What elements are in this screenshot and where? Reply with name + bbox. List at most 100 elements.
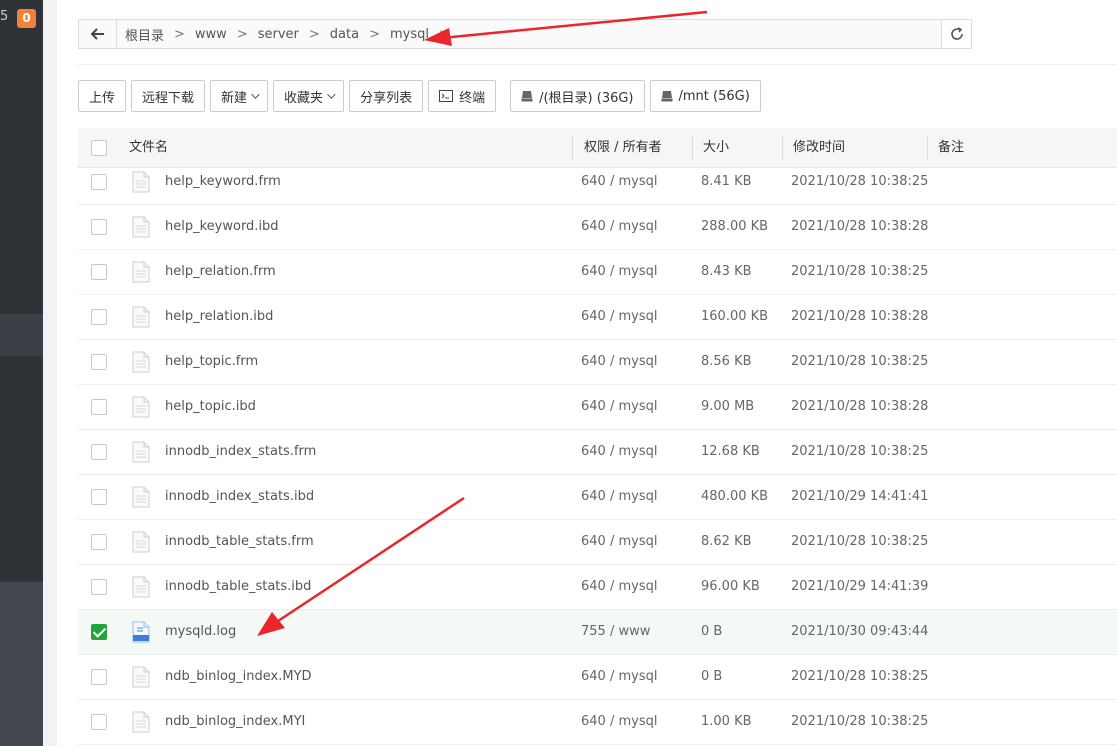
refresh-button[interactable] — [941, 20, 971, 48]
file-table: 文件名 权限 / 所有者 大小 修改时间 备注 help_keyword.frm… — [78, 128, 1117, 745]
breadcrumb-separator: > — [174, 26, 185, 42]
disk-mnt-button[interactable]: /mnt (56G) — [649, 80, 761, 112]
favorites-button[interactable]: 收藏夹 — [273, 80, 345, 112]
file-permission[interactable]: 640 / mysql — [581, 655, 657, 699]
remote-download-button[interactable]: 远程下载 — [131, 80, 206, 112]
breadcrumb-root[interactable]: 根目录 — [123, 25, 170, 44]
table-row[interactable]: ndb_binlog_index.MYI 640 / mysql 1.00 KB 20… — [78, 700, 1117, 745]
file-modified-time: 2021/10/28 10:38:28 — [791, 399, 929, 414]
file-name[interactable]: help_relation.frm — [165, 250, 276, 294]
table-row[interactable]: mysqld.log 755 / www 0 B 2021/10/30 09:43:4… — [78, 610, 1117, 655]
table-row[interactable]: help_keyword.ibd 640 / mysql 288.00 KB 2021… — [78, 205, 1117, 250]
file-manager-panel: 根目录 > www > server > data > mysql > 上传 远… — [57, 0, 1117, 746]
favorites-button-label: 收藏夹 — [284, 90, 324, 106]
table-row[interactable]: innodb_index_stats.frm 640 / mysql 12.68 K… — [78, 430, 1117, 475]
new-button[interactable]: 新建 — [210, 80, 269, 112]
file-permission[interactable]: 640 / mysql — [581, 430, 657, 474]
file-size: 288.00 KB — [701, 219, 769, 234]
row-checkbox[interactable] — [91, 669, 107, 685]
file-modified-time: 2021/10/28 10:38:25 — [791, 534, 929, 549]
breadcrumb-server[interactable]: server — [256, 27, 305, 42]
row-checkbox[interactable] — [91, 354, 107, 370]
terminal-button[interactable]: 终端 — [428, 80, 497, 112]
breadcrumb-separator: > — [369, 26, 380, 42]
header-modified-time[interactable]: 修改时间 — [793, 128, 845, 168]
file-size: 8.56 KB — [701, 354, 752, 369]
file-modified-time: 2021/10/30 09:43:44 — [791, 624, 929, 639]
file-permission[interactable]: 755 / www — [581, 610, 650, 654]
file-permission[interactable]: 640 / mysql — [581, 295, 657, 339]
table-row[interactable]: help_topic.frm 640 / mysql 8.56 KB 2021/10/… — [78, 340, 1117, 385]
file-modified-time: 2021/10/29 14:41:41 — [791, 489, 929, 504]
file-name[interactable]: ndb_binlog_index.MYD — [165, 655, 312, 699]
sidebar-item-files-active[interactable] — [0, 314, 43, 356]
file-permission[interactable]: 640 / mysql — [581, 475, 657, 519]
row-checkbox[interactable] — [91, 489, 107, 505]
file-permission[interactable]: 640 / mysql — [581, 250, 657, 294]
file-icon — [132, 396, 150, 418]
file-icon — [132, 486, 150, 508]
file-permission[interactable]: 640 / mysql — [581, 168, 657, 204]
file-permission[interactable]: 640 / mysql — [581, 385, 657, 429]
notification-badge[interactable]: 0 — [17, 9, 36, 28]
table-body: help_keyword.frm 640 / mysql 8.41 KB 2021/1… — [78, 168, 1117, 746]
file-permission[interactable]: 640 / mysql — [581, 700, 657, 744]
breadcrumb-mysql[interactable]: mysql — [388, 27, 435, 42]
file-permission[interactable]: 640 / mysql — [581, 205, 657, 249]
sidebar: 5 0 — [0, 0, 43, 746]
header-permission[interactable]: 权限 / 所有者 — [584, 128, 662, 168]
breadcrumb-www[interactable]: www — [193, 27, 233, 42]
file-modified-time: 2021/10/28 10:38:25 — [791, 264, 929, 279]
back-button[interactable] — [79, 20, 117, 48]
file-modified-time: 2021/10/28 10:38:25 — [791, 669, 929, 684]
file-modified-time: 2021/10/28 10:38:28 — [791, 309, 929, 324]
header-size[interactable]: 大小 — [703, 128, 729, 168]
table-row[interactable]: innodb_index_stats.ibd 640 / mysql 480.00 … — [78, 475, 1117, 520]
file-name[interactable]: help_relation.ibd — [165, 295, 273, 339]
file-permission[interactable]: 640 / mysql — [581, 340, 657, 384]
row-checkbox[interactable] — [91, 219, 107, 235]
row-checkbox[interactable] — [91, 444, 107, 460]
file-name[interactable]: innodb_index_stats.ibd — [165, 475, 314, 519]
breadcrumb-data[interactable]: data — [328, 27, 365, 42]
file-name[interactable]: innodb_table_stats.ibd — [165, 565, 311, 609]
table-row[interactable]: help_relation.ibd 640 / mysql 160.00 KB 202… — [78, 295, 1117, 340]
file-icon — [132, 306, 150, 328]
file-permission[interactable]: 640 / mysql — [581, 565, 657, 609]
file-size: 8.43 KB — [701, 264, 752, 279]
file-name[interactable]: innodb_index_stats.frm — [165, 430, 316, 474]
row-checkbox[interactable] — [91, 714, 107, 730]
upload-button[interactable]: 上传 — [78, 80, 127, 112]
file-name[interactable]: innodb_table_stats.frm — [165, 520, 314, 564]
row-checkbox[interactable] — [91, 309, 107, 325]
row-checkbox[interactable] — [91, 534, 107, 550]
row-checkbox[interactable] — [91, 399, 107, 415]
row-checkbox[interactable] — [91, 579, 107, 595]
row-checkbox[interactable] — [91, 264, 107, 280]
file-permission[interactable]: 640 / mysql — [581, 520, 657, 564]
sidebar-partial-text: 5 — [0, 9, 8, 24]
file-size: 1.00 KB — [701, 714, 752, 729]
table-row[interactable]: help_keyword.frm 640 / mysql 8.41 KB 2021/1… — [78, 168, 1117, 205]
row-checkbox[interactable] — [91, 624, 107, 640]
file-name[interactable]: help_keyword.ibd — [165, 205, 279, 249]
disk-root-button[interactable]: /(根目录) (36G) — [510, 80, 645, 112]
file-name[interactable]: help_keyword.frm — [165, 168, 281, 204]
share-list-button[interactable]: 分享列表 — [349, 80, 424, 112]
table-row[interactable]: innodb_table_stats.ibd 640 / mysql 96.00 K… — [78, 565, 1117, 610]
row-checkbox[interactable] — [91, 174, 107, 190]
chevron-down-icon — [251, 90, 260, 99]
table-row[interactable]: ndb_binlog_index.MYD 640 / mysql 0 B 2021/1… — [78, 655, 1117, 700]
file-name[interactable]: help_topic.ibd — [165, 385, 256, 429]
file-modified-time: 2021/10/29 14:41:39 — [791, 579, 929, 594]
select-all-checkbox[interactable] — [91, 140, 107, 156]
file-name[interactable]: mysqld.log — [165, 610, 236, 654]
file-size: 160.00 KB — [701, 309, 769, 324]
file-name[interactable]: help_topic.frm — [165, 340, 258, 384]
table-row[interactable]: innodb_table_stats.frm 640 / mysql 8.62 KB… — [78, 520, 1117, 565]
table-row[interactable]: help_relation.frm 640 / mysql 8.43 KB 2021/… — [78, 250, 1117, 295]
arrow-left-icon — [90, 28, 104, 40]
table-row[interactable]: help_topic.ibd 640 / mysql 9.00 MB 2021/10/… — [78, 385, 1117, 430]
header-filename[interactable]: 文件名 — [129, 128, 168, 168]
file-name[interactable]: ndb_binlog_index.MYI — [165, 700, 305, 744]
